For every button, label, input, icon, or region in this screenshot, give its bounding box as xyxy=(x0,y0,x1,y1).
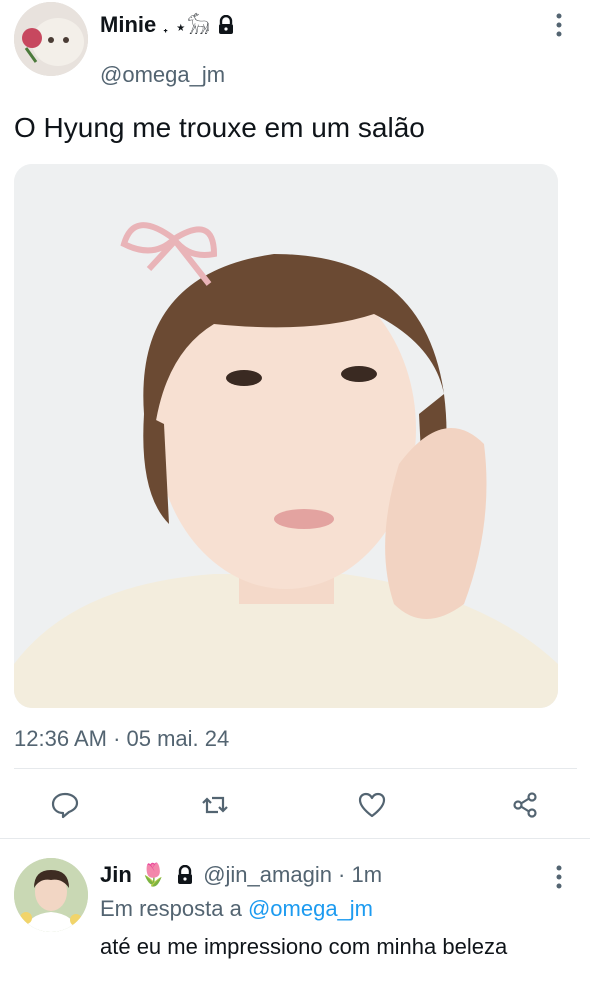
like-icon[interactable] xyxy=(357,790,387,820)
author-avatar[interactable] xyxy=(14,2,88,76)
author-name-row: Minie ˖ ⋆𓃘 xyxy=(100,8,236,41)
tweet-text: O Hyung me trouxe em um salão xyxy=(14,112,425,143)
tweet-photo[interactable] xyxy=(14,164,558,708)
reply-icon[interactable] xyxy=(50,790,80,820)
reply-to-link[interactable]: @omega_jm xyxy=(248,896,373,921)
author-handle[interactable]: @omega_jm xyxy=(100,62,225,88)
reply-more-options-icon[interactable] xyxy=(556,864,562,890)
share-icon[interactable] xyxy=(510,790,540,820)
reply-author-handle[interactable]: @jin_amagin · 1m xyxy=(203,862,382,888)
reply-context-prefix: Em resposta a xyxy=(100,896,248,921)
reply-author-name[interactable]: Jin xyxy=(100,862,132,888)
divider xyxy=(14,768,577,769)
retweet-icon[interactable] xyxy=(200,790,230,820)
tweet-timestamp[interactable]: 12:36 AM · 05 mai. 24 xyxy=(14,726,229,752)
more-options-icon[interactable] xyxy=(556,12,562,38)
name-decoration: ˖ ⋆𓃘 xyxy=(162,17,210,39)
lock-icon xyxy=(175,864,195,885)
reply-name-row: Jin 🌷 @jin_amagin · 1m xyxy=(100,862,382,888)
reply-author-avatar[interactable] xyxy=(14,858,88,932)
lock-icon xyxy=(216,14,236,35)
reply-name-emoji: 🌷 xyxy=(139,862,168,887)
reply-context: Em resposta a @omega_jm xyxy=(100,896,373,922)
section-divider xyxy=(0,838,590,839)
reply-text: até eu me impressiono com minha beleza xyxy=(100,934,508,959)
author-name[interactable]: Minie xyxy=(100,12,156,38)
